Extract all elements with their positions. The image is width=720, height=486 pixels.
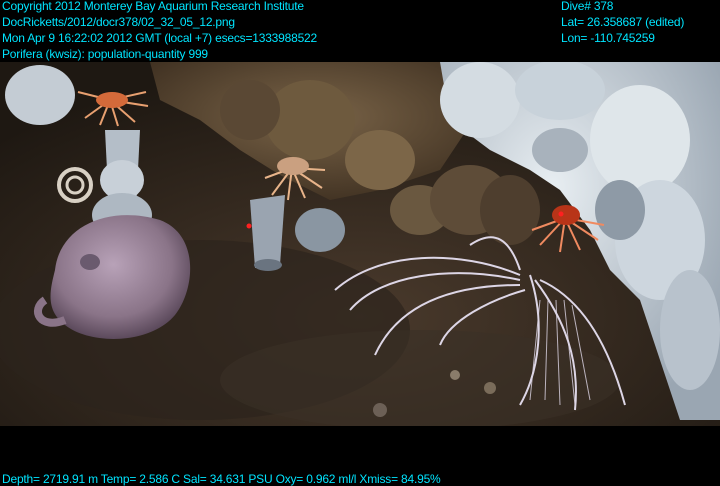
latitude-text: Lat= 26.358687 (edited) [561, 15, 685, 29]
sensor-readout-text: Depth= 2719.91 m Temp= 2.586 C Sal= 34.6… [2, 472, 441, 486]
longitude-text: Lon= -110.745259 [561, 31, 655, 45]
video-frame: Copyright 2012 Monterey Bay Aquarium Res… [0, 0, 720, 486]
tube-sponge [250, 195, 285, 268]
laser-dot-right [558, 211, 564, 217]
image-path-text: DocRicketts/2012/docr378/02_32_05_12.png [2, 15, 235, 29]
seafloor-scene [0, 0, 720, 486]
copyright-text: Copyright 2012 Monterey Bay Aquarium Res… [2, 0, 304, 13]
laser-dot-left [246, 223, 252, 229]
timestamp-text: Mon Apr 9 16:22:02 2012 GMT (local +7) e… [2, 31, 317, 45]
annotation-text: Porifera (kwsiz): population-quantity 99… [2, 47, 208, 61]
dive-number-text: Dive# 378 [561, 0, 614, 13]
